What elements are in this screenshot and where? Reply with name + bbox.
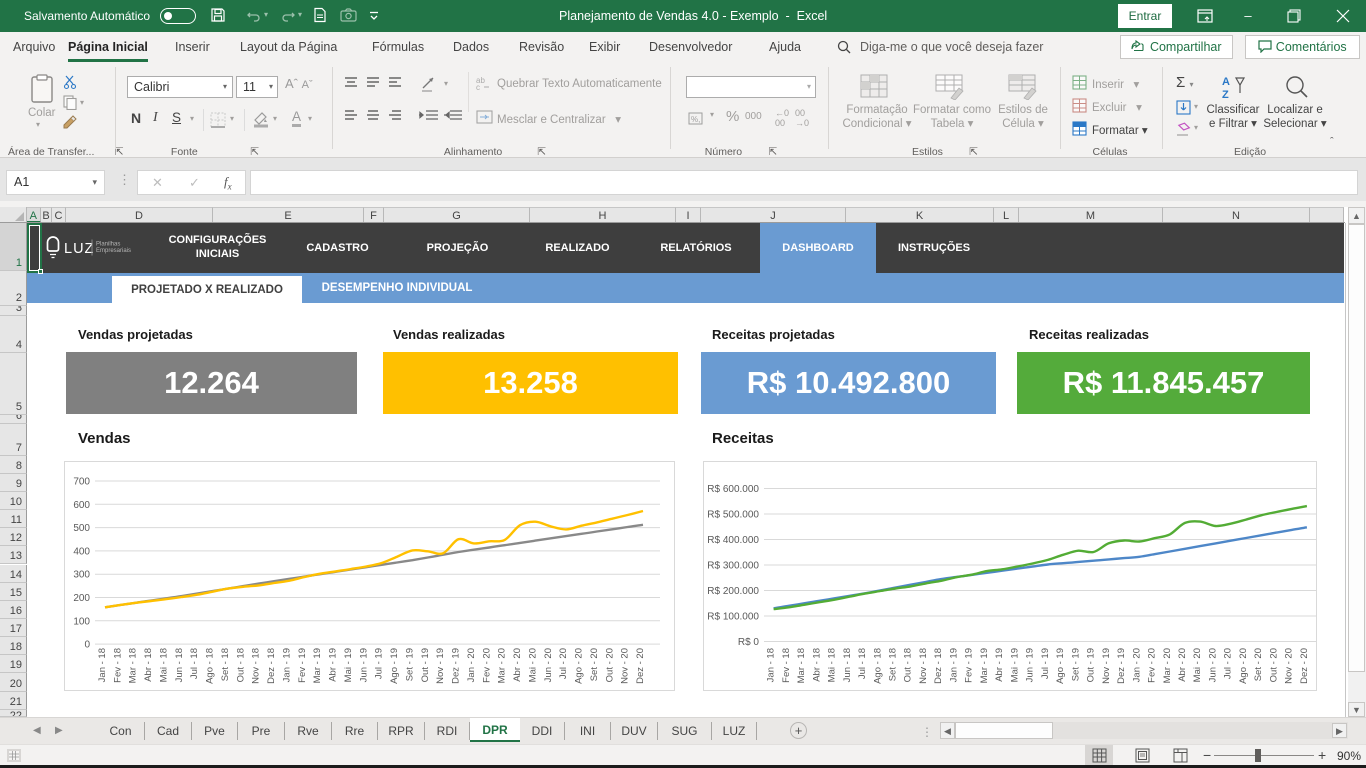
svg-text:Jan - 20: Jan - 20 [1131,648,1142,682]
svg-text:Set - 18: Set - 18 [220,648,231,681]
svg-text:Jul - 19: Jul - 19 [1040,648,1051,679]
svg-text:Out - 20: Out - 20 [1268,648,1279,682]
svg-text:Fev - 19: Fev - 19 [964,648,975,683]
svg-text:Abr - 19: Abr - 19 [994,648,1005,682]
svg-text:Abr - 18: Abr - 18 [143,648,154,682]
svg-text:Jun - 18: Jun - 18 [174,648,185,682]
svg-text:Jan - 18: Jan - 18 [766,648,777,682]
svg-text:Jun - 20: Jun - 20 [543,648,554,682]
svg-text:Set - 18: Set - 18 [888,648,899,681]
svg-text:200: 200 [73,593,90,604]
svg-text:Nov - 19: Nov - 19 [1101,648,1112,684]
svg-text:Ago - 18: Ago - 18 [205,648,216,684]
svg-text:Jan - 19: Jan - 19 [948,648,959,682]
svg-text:Out - 20: Out - 20 [604,648,615,682]
svg-text:Fev - 18: Fev - 18 [781,648,792,683]
svg-text:Nov - 19: Nov - 19 [435,648,446,684]
svg-text:Nov - 20: Nov - 20 [1284,648,1295,684]
svg-text:c: c [476,83,480,91]
svg-text:Ago - 18: Ago - 18 [872,648,883,684]
svg-text:Mar - 18: Mar - 18 [796,648,807,683]
svg-text:Jan - 19: Jan - 19 [282,648,293,682]
svg-text:Jul - 19: Jul - 19 [374,648,385,679]
svg-text:Out - 19: Out - 19 [1086,648,1097,682]
svg-text:R$ 200.000: R$ 200.000 [707,586,759,597]
svg-text:Jul - 18: Jul - 18 [857,648,868,679]
svg-text:Mar - 20: Mar - 20 [1162,648,1173,683]
svg-text:LUZ: LUZ [64,241,94,257]
svg-text:Jun - 20: Jun - 20 [1208,648,1219,682]
svg-text:Out - 18: Out - 18 [235,648,246,682]
svg-text:Fev - 20: Fev - 20 [1147,648,1158,683]
svg-text:700: 700 [73,477,90,488]
svg-text:Abr - 20: Abr - 20 [512,648,523,682]
svg-text:%,: %, [691,115,700,124]
svg-text:Abr - 20: Abr - 20 [1177,648,1188,682]
svg-text:Jun - 19: Jun - 19 [358,648,369,682]
svg-text:Ago - 19: Ago - 19 [389,648,400,684]
svg-text:Mai - 18: Mai - 18 [827,648,838,682]
svg-text:Jul - 18: Jul - 18 [189,648,200,679]
svg-text:Mai - 19: Mai - 19 [343,648,354,682]
svg-text:Jul - 20: Jul - 20 [558,648,569,679]
svg-text:300: 300 [73,570,90,581]
svg-text:R$ 100.000: R$ 100.000 [707,612,759,623]
svg-text:Mar - 19: Mar - 19 [979,648,990,683]
svg-text:R$ 300.000: R$ 300.000 [707,561,759,572]
svg-text:Nov - 18: Nov - 18 [918,648,929,684]
svg-text:500: 500 [73,523,90,534]
svg-text:Set - 20: Set - 20 [1253,648,1264,681]
svg-text:Mar - 18: Mar - 18 [128,648,139,683]
svg-text:Mai - 20: Mai - 20 [1192,648,1203,682]
svg-text:Nov - 18: Nov - 18 [251,648,262,684]
svg-text:R$ 0: R$ 0 [738,637,760,648]
svg-text:Fev - 19: Fev - 19 [297,648,308,683]
svg-text:Out - 18: Out - 18 [903,648,914,682]
svg-text:Abr - 18: Abr - 18 [811,648,822,682]
svg-text:Dez - 20: Dez - 20 [635,648,646,684]
svg-text:Jun - 18: Jun - 18 [842,648,853,682]
svg-text:Dez - 20: Dez - 20 [1299,648,1310,684]
svg-text:Set - 19: Set - 19 [404,648,415,681]
svg-text:Z: Z [1222,89,1229,100]
svg-text:0: 0 [84,640,90,651]
svg-text:Planilhas: Planilhas [96,242,120,248]
svg-text:Jan - 18: Jan - 18 [97,648,108,682]
svg-text:Dez - 18: Dez - 18 [933,648,944,684]
svg-text:Fev - 18: Fev - 18 [112,648,123,683]
svg-text:Ago - 20: Ago - 20 [574,648,585,684]
svg-text:Dez - 19: Dez - 19 [451,648,462,684]
svg-text:Nov - 20: Nov - 20 [620,648,631,684]
svg-text:Mar - 20: Mar - 20 [497,648,508,683]
svg-text:Fev - 20: Fev - 20 [481,648,492,683]
svg-text:Abr - 19: Abr - 19 [328,648,339,682]
svg-text:Mai - 18: Mai - 18 [159,648,170,682]
svg-text:R$ 600.000: R$ 600.000 [707,484,759,495]
svg-text:100: 100 [73,616,90,627]
svg-text:R$ 400.000: R$ 400.000 [707,535,759,546]
svg-text:Ago - 20: Ago - 20 [1238,648,1249,684]
svg-text:Mai - 19: Mai - 19 [1009,648,1020,682]
svg-text:400: 400 [73,546,90,557]
svg-text:Dez - 19: Dez - 19 [1116,648,1127,684]
svg-text:Mar - 19: Mar - 19 [312,648,323,683]
svg-text:Set - 19: Set - 19 [1070,648,1081,681]
svg-text:Mai - 20: Mai - 20 [527,648,538,682]
svg-text:A: A [1222,76,1230,88]
svg-text:600: 600 [73,500,90,511]
svg-text:Out - 19: Out - 19 [420,648,431,682]
svg-text:Jan - 20: Jan - 20 [466,648,477,682]
svg-text:R$ 500.000: R$ 500.000 [707,510,759,521]
svg-text:Set - 20: Set - 20 [589,648,600,681]
svg-text:Dez - 18: Dez - 18 [266,648,277,684]
svg-text:Jun - 19: Jun - 19 [1025,648,1036,682]
svg-text:Jul - 20: Jul - 20 [1223,648,1234,679]
svg-text:Ago - 19: Ago - 19 [1055,648,1066,684]
